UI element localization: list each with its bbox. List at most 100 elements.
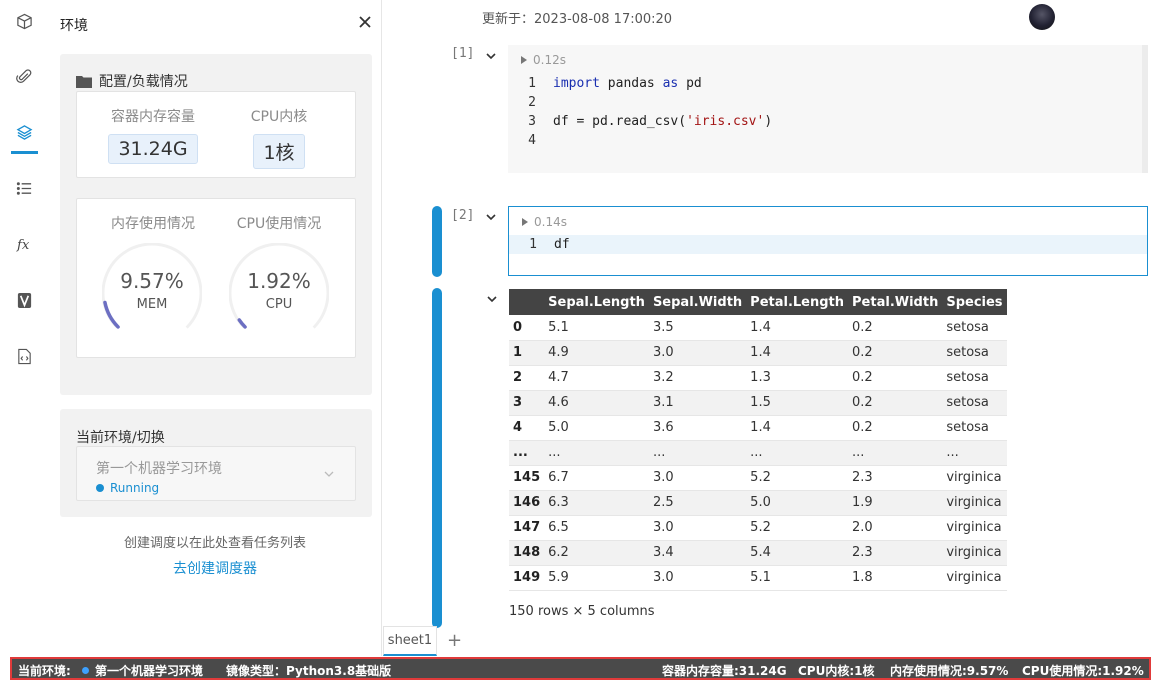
memory-usage-sub: MEM xyxy=(136,297,168,312)
line-number: 1 xyxy=(529,237,537,252)
column-header: Petal.Length xyxy=(746,289,849,315)
list-icon[interactable] xyxy=(8,172,40,204)
row-index: 147 xyxy=(509,515,545,541)
table-cell: 5.4 xyxy=(746,540,849,566)
notebook-area: 更新于：2023-08-08 17:00:20 [1] 0.12s 1 impo… xyxy=(383,0,1151,656)
table-cell: 3.2 xyxy=(648,365,747,391)
cpu-usage-value: 1.92% xyxy=(247,269,311,293)
table-cell: setosa xyxy=(942,390,1007,416)
row-index: 145 xyxy=(509,465,545,491)
table-cell: ... xyxy=(544,440,649,466)
expand-triangle-icon xyxy=(521,56,527,64)
status-dot xyxy=(96,484,104,492)
variable-icon[interactable] xyxy=(8,284,40,316)
avatar[interactable] xyxy=(1029,4,1055,30)
icon-rail: fx xyxy=(0,0,48,656)
cell-scrollbar[interactable] xyxy=(1142,45,1148,173)
table-cell: 4.9 xyxy=(544,340,649,366)
code-line: 1 import pandas as pd xyxy=(508,74,1146,93)
cell-2-collapse-chevron-icon[interactable] xyxy=(485,211,497,223)
cpu-gauge: 1.92% CPU xyxy=(229,243,329,343)
code-line: 3 df = pd.read_csv('iris.csv') xyxy=(508,112,1146,131)
create-scheduler-link[interactable]: 去创建调度器 xyxy=(48,558,382,578)
row-index: 4 xyxy=(509,415,545,441)
table-row: 3 4.6 3.1 1.5 0.2 setosa xyxy=(509,390,1007,416)
table-cell: setosa xyxy=(942,415,1007,441)
cell-2-label: [2] xyxy=(451,208,475,223)
table-cell: ... xyxy=(848,440,943,466)
table-cell: 6.5 xyxy=(544,515,649,541)
environment-select[interactable]: 第一个机器学习环境 Running xyxy=(76,446,356,501)
folder-icon xyxy=(76,75,92,88)
cell-2-time: 0.14s xyxy=(534,215,567,229)
code-cell-2[interactable]: 0.14s 1 df xyxy=(508,206,1148,276)
sheet-tab[interactable]: sheet1 xyxy=(383,626,437,656)
table-cell: ... xyxy=(648,440,747,466)
table-cell: setosa xyxy=(942,365,1007,391)
column-header: Sepal.Length xyxy=(544,289,649,315)
cpu-usage-label-wrap: CPU使用情况 xyxy=(219,213,339,233)
cell-1-time: 0.12s xyxy=(533,53,566,67)
attachment-icon[interactable] xyxy=(8,60,40,92)
memory-usage-label: 内存使用情况 xyxy=(111,216,195,232)
table-cell: virginica xyxy=(942,565,1007,591)
config-title-text: 配置/负载情况 xyxy=(99,74,188,90)
environment-status: Running xyxy=(96,481,159,495)
capacity-card: 容器内存容量 31.24G CPU内核 1核 xyxy=(76,91,356,178)
table-cell: 3.0 xyxy=(648,515,747,541)
code-line: 2 xyxy=(508,93,1146,112)
status-env-name: 第一个机器学习环境 xyxy=(95,664,204,678)
table-cell: virginica xyxy=(942,540,1007,566)
cpu-cores: CPU内核 1核 xyxy=(219,106,339,169)
add-sheet-button[interactable]: + xyxy=(447,630,462,651)
code-line-active: 1 df xyxy=(509,235,1147,254)
cell-2-timing[interactable]: 0.14s xyxy=(522,215,567,229)
table-row: 148 6.2 3.4 5.4 2.3 virginica xyxy=(509,540,1007,566)
column-header: Sepal.Width xyxy=(648,289,747,315)
code-text: df xyxy=(554,237,570,252)
table-cell: 0.2 xyxy=(848,315,943,341)
function-icon[interactable]: fx xyxy=(8,228,40,260)
memory-capacity-value: 31.24G xyxy=(108,134,198,164)
table-cell: 3.0 xyxy=(648,340,747,366)
table-cell: 5.0 xyxy=(746,490,849,516)
row-index: 148 xyxy=(509,540,545,566)
layers-icon[interactable] xyxy=(8,116,40,148)
table-row: 0 5.1 3.5 1.4 0.2 setosa xyxy=(509,315,1007,341)
table-row: 147 6.5 3.0 5.2 2.0 virginica xyxy=(509,515,1007,541)
cpu-cores-label: CPU内核 xyxy=(250,109,308,125)
status-env-label: 当前环境: xyxy=(18,664,71,678)
column-header: Species xyxy=(942,289,1007,315)
table-row: 146 6.3 2.5 5.0 1.9 virginica xyxy=(509,490,1007,516)
table-cell: 2.0 xyxy=(848,515,943,541)
cell-1-timing[interactable]: 0.12s xyxy=(521,53,566,67)
code-cell-1[interactable]: 0.12s 1 import pandas as pd 2 3 df = pd.… xyxy=(508,45,1148,173)
table-cell: 1.8 xyxy=(848,565,943,591)
row-index: 1 xyxy=(509,340,545,366)
output-collapse-chevron-icon[interactable] xyxy=(486,293,498,305)
table-cell: virginica xyxy=(942,515,1007,541)
table-header-row: Sepal.Length Sepal.Width Petal.Length Petal… xyxy=(509,289,1007,315)
memory-usage-value: 9.57% xyxy=(120,269,184,293)
table-cell: 2.5 xyxy=(648,490,747,516)
table-cell: 2.3 xyxy=(848,465,943,491)
table-cell: 0.2 xyxy=(848,415,943,441)
config-section: 配置/负载情况 容器内存容量 31.24G CPU内核 1核 内存使用情况 CP… xyxy=(60,54,372,395)
environment-title: 当前环境/切换 xyxy=(76,430,165,446)
file-code-icon[interactable] xyxy=(8,340,40,372)
table-cell: 5.2 xyxy=(746,465,849,491)
table-cell: 5.9 xyxy=(544,565,649,591)
expand-triangle-icon xyxy=(522,218,528,226)
cpu-gauge-fill xyxy=(237,318,247,329)
keyword-import: import xyxy=(553,76,600,91)
close-icon[interactable] xyxy=(357,14,373,30)
cpu-usage-label: CPU使用情况 xyxy=(236,216,322,232)
status-env[interactable]: 第一个机器学习环境 xyxy=(82,662,203,679)
dataframe-shape: 150 rows × 5 columns xyxy=(509,604,655,619)
package-icon[interactable] xyxy=(8,5,40,37)
usage-card: 内存使用情况 CPU使用情况 9.57% MEM 1.92% CPU xyxy=(76,198,356,358)
table-cell: 1.3 xyxy=(746,365,849,391)
table-cell: virginica xyxy=(942,490,1007,516)
cell-1-collapse-chevron-icon[interactable] xyxy=(485,50,497,62)
output-bar xyxy=(432,288,442,628)
